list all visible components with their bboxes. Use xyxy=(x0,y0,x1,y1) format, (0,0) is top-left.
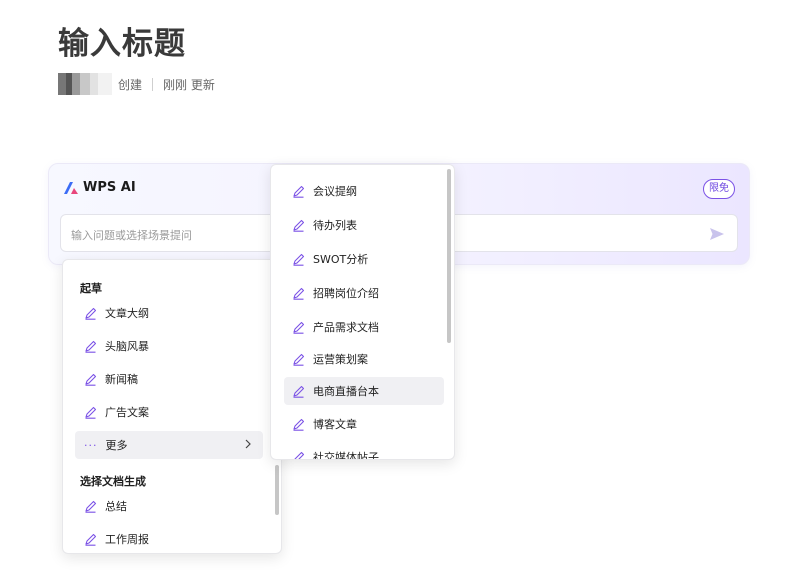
pencil-icon xyxy=(294,451,305,459)
pencil-icon xyxy=(85,373,97,386)
pencil-icon xyxy=(293,219,305,232)
section-title-draft: 起草 xyxy=(80,282,102,295)
meta-divider xyxy=(152,77,154,91)
pencil-icon xyxy=(293,418,305,431)
more-dots-icon: ··· xyxy=(84,438,98,452)
menu-item-label: 更多 xyxy=(105,439,128,452)
menu-item-summary[interactable]: 总结 xyxy=(75,492,263,520)
free-limit-badge[interactable]: 限免 xyxy=(703,179,735,199)
wps-ai-logo-icon xyxy=(64,182,78,194)
menu-item-label: 会议提纲 xyxy=(313,185,357,198)
submenu-item-swot[interactable]: SWOT分析 xyxy=(284,245,444,273)
scrollbar-thumb[interactable] xyxy=(447,169,451,343)
author-avatar-redacted xyxy=(58,73,112,95)
pencil-icon xyxy=(293,253,305,266)
pencil-icon xyxy=(85,340,97,353)
created-label: 创建 xyxy=(118,77,143,92)
document-meta: 创建 刚刚 更新 xyxy=(58,73,215,95)
submenu-item-social-post[interactable]: 社交媒体帖子 xyxy=(284,443,444,460)
menu-item-label: 运营策划案 xyxy=(313,353,368,366)
menu-item-label: 招聘岗位介绍 xyxy=(313,287,379,300)
submenu-item-job-description[interactable]: 招聘岗位介绍 xyxy=(284,279,444,307)
pencil-icon xyxy=(293,385,305,398)
menu-item-label: 工作周报 xyxy=(105,533,149,546)
scrollbar-thumb[interactable] xyxy=(275,465,279,515)
menu-item-label: 电商直播台本 xyxy=(313,385,379,398)
menu-item-label: 产品需求文档 xyxy=(313,321,379,334)
menu-item-label: 待办列表 xyxy=(313,219,357,232)
menu-item-article-outline[interactable]: 文章大纲 xyxy=(75,299,263,327)
pencil-icon xyxy=(85,307,97,320)
wps-ai-title: WPS AI xyxy=(83,180,136,195)
menu-item-weekly-report[interactable]: 工作周报 xyxy=(75,525,263,553)
pencil-icon xyxy=(85,500,97,513)
more-submenu: 会议提纲 待办列表 SWOT分析 招聘岗位介绍 产品需求文档 运营策划案 电商直… xyxy=(270,164,455,460)
pencil-icon xyxy=(293,185,305,198)
submenu-item-prd[interactable]: 产品需求文档 xyxy=(284,313,444,341)
document-title[interactable]: 输入标题 xyxy=(58,18,186,63)
updated-label: 刚刚 更新 xyxy=(163,77,215,92)
pencil-icon xyxy=(293,353,305,366)
menu-item-label: 头脑风暴 xyxy=(105,340,149,353)
section-title-from-doc: 选择文档生成 xyxy=(80,475,146,488)
menu-item-label: SWOT分析 xyxy=(313,253,369,266)
pencil-icon xyxy=(85,406,97,419)
menu-item-brainstorm[interactable]: 头脑风暴 xyxy=(75,332,263,360)
pencil-icon xyxy=(293,287,305,300)
menu-item-label: 社交媒体帖子 xyxy=(313,451,379,460)
menu-item-label: 总结 xyxy=(105,500,127,513)
menu-item-more[interactable]: ··· 更多 xyxy=(75,431,263,459)
submenu-item-meeting-outline[interactable]: 会议提纲 xyxy=(284,177,444,205)
menu-item-label: 文章大纲 xyxy=(105,307,149,320)
chevron-right-icon xyxy=(245,439,251,449)
submenu-item-operation-plan[interactable]: 运营策划案 xyxy=(284,345,444,373)
submenu-item-livestream-script[interactable]: 电商直播台本 xyxy=(284,377,444,405)
pencil-icon xyxy=(85,533,97,546)
send-arrow-icon[interactable] xyxy=(709,226,725,242)
menu-item-label: 博客文章 xyxy=(313,418,357,431)
menu-item-label: 新闻稿 xyxy=(105,373,138,386)
pencil-icon xyxy=(293,321,305,334)
menu-item-label: 广告文案 xyxy=(105,406,149,419)
menu-item-press-release[interactable]: 新闻稿 xyxy=(75,365,263,393)
menu-item-ad-copy[interactable]: 广告文案 xyxy=(75,398,263,426)
submenu-item-todo-list[interactable]: 待办列表 xyxy=(284,211,444,239)
scenario-menu: 起草 文章大纲 头脑风暴 新闻稿 广告文案 ··· 更多 选择文档生成 总结 工… xyxy=(62,259,282,554)
submenu-item-blog-post[interactable]: 博客文章 xyxy=(284,410,444,438)
